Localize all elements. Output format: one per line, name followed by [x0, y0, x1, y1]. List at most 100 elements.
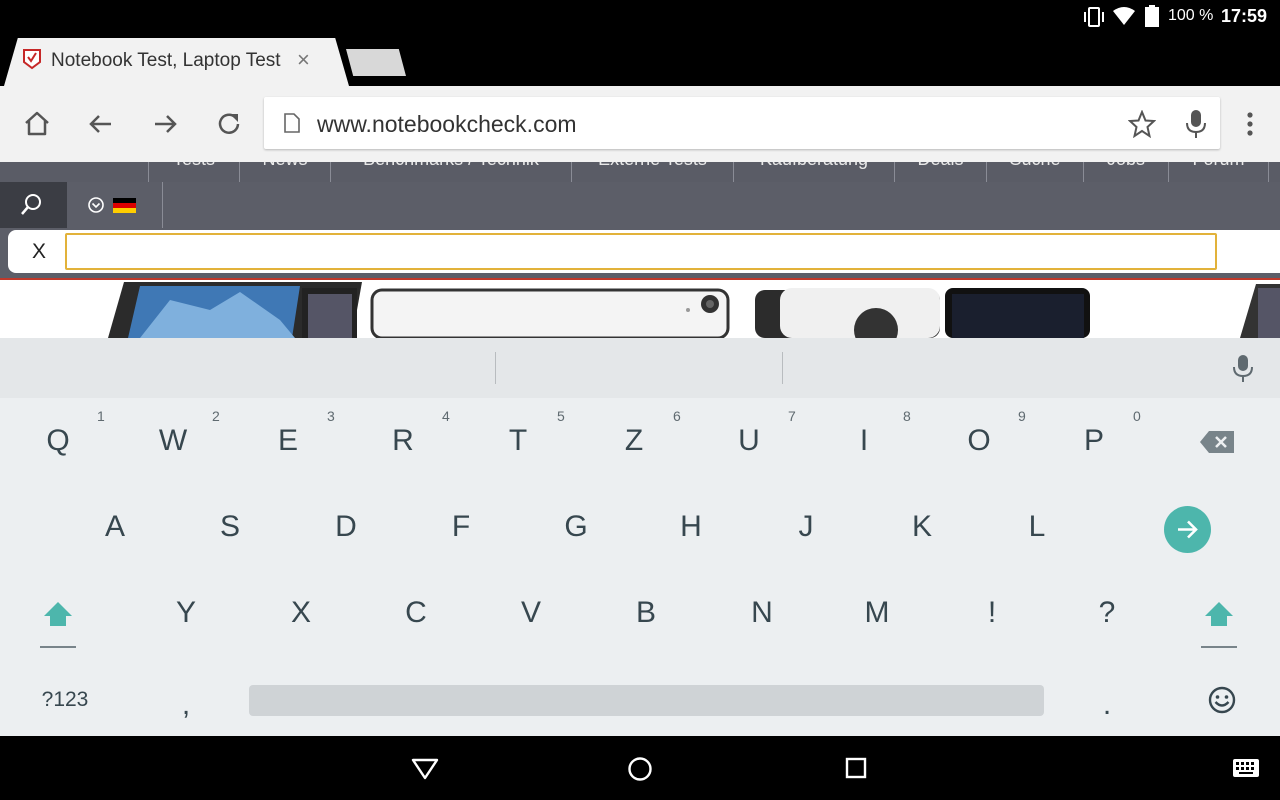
- key-d[interactable]: D: [316, 510, 376, 544]
- key-q[interactable]: Q: [28, 424, 88, 458]
- recents-square-icon[interactable]: [843, 755, 869, 781]
- key-o[interactable]: O: [949, 424, 1009, 458]
- key-p[interactable]: P: [1064, 424, 1124, 458]
- key-m[interactable]: M: [847, 596, 907, 630]
- overflow-menu-icon[interactable]: [1240, 110, 1260, 138]
- key-hint: 5: [557, 408, 565, 424]
- status-bar: 100 % 17:59: [0, 0, 1280, 34]
- back-arrow-icon[interactable]: [83, 106, 119, 142]
- site-search-input[interactable]: [65, 233, 1217, 270]
- search-icon: [21, 194, 41, 215]
- key-z[interactable]: Z: [604, 424, 664, 458]
- back-triangle-icon[interactable]: [410, 756, 440, 782]
- site-search-toggle[interactable]: [0, 182, 67, 228]
- address-bar[interactable]: www.notebookcheck.com: [264, 97, 1220, 149]
- key-exclamation[interactable]: !: [962, 596, 1022, 630]
- period-key[interactable]: .: [1077, 688, 1137, 722]
- suggestion-divider: [495, 352, 496, 384]
- bookmark-star-icon[interactable]: [1128, 110, 1156, 138]
- home-circle-icon[interactable]: [626, 755, 654, 783]
- banner-images[interactable]: [0, 280, 1280, 338]
- nav-item-forum[interactable]: Forum: [1168, 162, 1269, 182]
- site-search-box: X: [8, 230, 1280, 273]
- key-e[interactable]: E: [258, 424, 318, 458]
- key-a[interactable]: A: [85, 510, 145, 544]
- key-hint: 1: [97, 408, 105, 424]
- voice-input-icon[interactable]: [1232, 354, 1254, 384]
- home-icon[interactable]: [19, 106, 55, 142]
- backspace-icon[interactable]: [1199, 430, 1235, 454]
- key-hint: 9: [1018, 408, 1026, 424]
- german-flag-icon: [113, 198, 136, 213]
- nav-item-kaufberatung[interactable]: Kaufberatung: [733, 162, 894, 182]
- key-i[interactable]: I: [834, 424, 894, 458]
- enter-key[interactable]: [1164, 506, 1211, 553]
- notebookcheck-favicon-icon: [23, 49, 41, 70]
- nav-item-tests[interactable]: Tests: [148, 162, 239, 182]
- key-hint: 6: [673, 408, 681, 424]
- nav-item-suche[interactable]: Suche: [986, 162, 1083, 182]
- space-bar[interactable]: [249, 685, 1044, 716]
- key-u[interactable]: U: [719, 424, 779, 458]
- site-toolbar: [0, 182, 1280, 228]
- nav-item-jobs[interactable]: Jobs: [1083, 162, 1168, 182]
- nav-item-benchmarks[interactable]: Benchmarks / Technik: [330, 162, 571, 182]
- browser-toolbar: www.notebookcheck.com: [0, 86, 1280, 162]
- symbols-key[interactable]: ?123: [25, 688, 105, 712]
- key-hint: 8: [903, 408, 911, 424]
- battery-percent: 100 %: [1168, 7, 1214, 24]
- site-navigation: Tests News Benchmarks / Technik Externe …: [0, 162, 1280, 182]
- forward-arrow-icon[interactable]: [147, 106, 183, 142]
- key-h[interactable]: H: [661, 510, 721, 544]
- key-v[interactable]: V: [501, 596, 561, 630]
- key-hint: 3: [327, 408, 335, 424]
- clock: 17:59: [1221, 6, 1268, 26]
- key-b[interactable]: B: [616, 596, 676, 630]
- key-hint: 4: [442, 408, 450, 424]
- key-g[interactable]: G: [546, 510, 606, 544]
- vibrate-icon: [1084, 7, 1104, 27]
- key-c[interactable]: C: [386, 596, 446, 630]
- shift-right-key[interactable]: [1201, 600, 1237, 650]
- onscreen-keyboard: Q 1 W 2 E 3 R 4 T 5 Z 6 U 7 I 8 O 9 P 0 …: [0, 338, 1280, 736]
- key-x[interactable]: X: [271, 596, 331, 630]
- key-question[interactable]: ?: [1077, 596, 1137, 630]
- chevron-down-circle-icon: [88, 197, 104, 213]
- suggestion-strip: [0, 338, 1280, 398]
- key-l[interactable]: L: [1007, 510, 1067, 544]
- key-k[interactable]: K: [892, 510, 952, 544]
- tab-close-button[interactable]: ×: [297, 47, 310, 73]
- battery-icon: [1145, 5, 1159, 27]
- tab-title: Notebook Test, Laptop Test: [51, 50, 281, 71]
- key-t[interactable]: T: [488, 424, 548, 458]
- comma-key[interactable]: ,: [156, 688, 216, 722]
- url-text: www.notebookcheck.com: [317, 111, 577, 137]
- emoji-icon[interactable]: [1207, 685, 1237, 715]
- key-j[interactable]: J: [776, 510, 836, 544]
- key-s[interactable]: S: [200, 510, 260, 544]
- shift-left-key[interactable]: [40, 600, 76, 650]
- key-r[interactable]: R: [373, 424, 433, 458]
- language-selector[interactable]: [68, 182, 163, 228]
- keyboard-switch-icon[interactable]: [1232, 758, 1260, 778]
- arrow-right-icon: [1178, 520, 1198, 539]
- new-tab-button[interactable]: [346, 49, 406, 76]
- system-navigation-bar: [0, 736, 1280, 800]
- search-close-button[interactable]: X: [32, 240, 46, 264]
- nav-item-externe-tests[interactable]: Externe Tests: [571, 162, 733, 182]
- key-f[interactable]: F: [431, 510, 491, 544]
- reload-icon[interactable]: [211, 106, 247, 142]
- nav-item-deals[interactable]: Deals: [894, 162, 986, 182]
- key-y[interactable]: Y: [156, 596, 216, 630]
- key-n[interactable]: N: [732, 596, 792, 630]
- tab-strip: Notebook Test, Laptop Test ×: [0, 34, 1280, 86]
- key-hint: 7: [788, 408, 796, 424]
- nav-item-news[interactable]: News: [239, 162, 330, 182]
- page-icon: [284, 113, 300, 133]
- microphone-icon[interactable]: [1184, 109, 1208, 139]
- product-banner: [0, 280, 1280, 338]
- key-w[interactable]: W: [143, 424, 203, 458]
- site-search-row: X: [0, 228, 1280, 278]
- key-hint: 2: [212, 408, 220, 424]
- wifi-icon: [1113, 7, 1135, 25]
